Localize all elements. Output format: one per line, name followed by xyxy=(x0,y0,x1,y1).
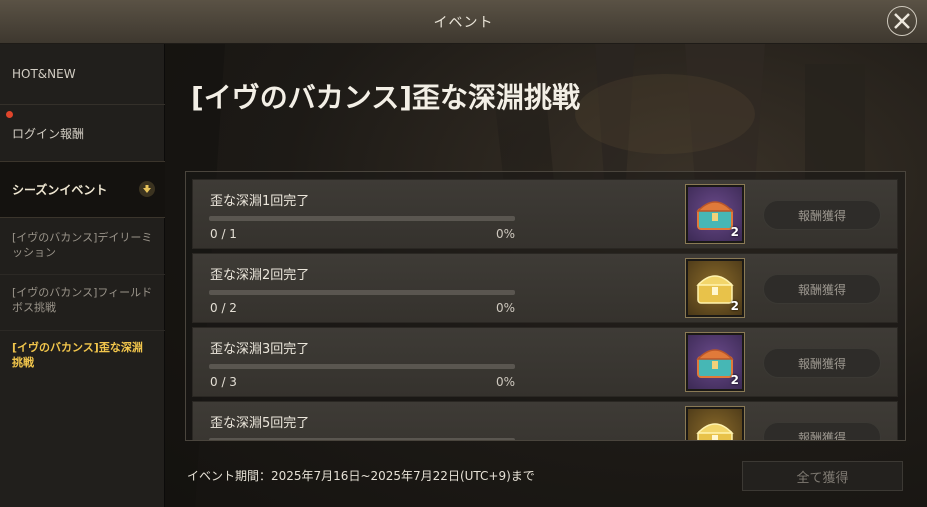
mission-row: 歪な深淵1回完了 0 / 1 0% 2 報酬獲得 xyxy=(192,179,898,249)
close-icon xyxy=(894,13,910,29)
sidebar-item-label: HOT&NEW xyxy=(12,67,76,81)
sidebar-item-hot-new[interactable]: HOT&NEW xyxy=(0,44,165,104)
sidebar-subitem-field-boss[interactable]: [イヴのバカンス]フィールドボス挑戦 xyxy=(0,285,165,329)
claim-reward-button[interactable]: 報酬獲得 xyxy=(763,274,881,304)
sidebar-divider xyxy=(0,330,165,331)
claim-reward-button[interactable]: 報酬獲得 xyxy=(763,422,881,440)
claim-all-button[interactable]: 全て獲得 xyxy=(742,461,903,491)
sidebar: HOT&NEW ログイン報酬 シーズンイベント [イヴのバカンス]デイリーミッシ… xyxy=(0,44,165,507)
reward-quantity: 2 xyxy=(730,373,739,387)
mission-list[interactable]: 歪な深淵1回完了 0 / 1 0% 2 報酬獲得 歪な深淵2回完了 0 / 2 … xyxy=(185,171,906,441)
sidebar-subitem-label: [イヴのバカンス]フィールドボス挑戦 xyxy=(12,286,153,314)
mission-name: 歪な深淵5回完了 xyxy=(210,416,310,431)
reward-quantity: 2 xyxy=(730,225,739,239)
sidebar-subitem-label: [イヴのバカンス]デイリーミッション xyxy=(12,231,153,259)
main-panel: [イヴのバカンス]歪な深淵挑戦 歪な深淵1回完了 0 / 1 0% 2 報酬獲得… xyxy=(165,44,927,507)
progress-percent: 0% xyxy=(495,227,515,241)
mission-row: 歪な深淵2回完了 0 / 2 0% 2 報酬獲得 xyxy=(192,253,898,323)
progress-bar xyxy=(209,438,515,440)
sidebar-item-season-event[interactable]: シーズンイベント xyxy=(0,161,165,218)
claim-reward-button[interactable]: 報酬獲得 xyxy=(763,348,881,378)
event-period: イベント期間：2025年7月16日~2025年7月22日(UTC+9)まで xyxy=(187,469,535,483)
reward-item[interactable]: 2 xyxy=(685,184,745,244)
progress-count: 0 / 2 xyxy=(210,301,237,315)
title-bar: イベント xyxy=(0,0,927,44)
progress-percent: 0% xyxy=(495,301,515,315)
progress-bar xyxy=(209,364,515,369)
progress-count: 0 / 3 xyxy=(210,375,237,389)
window-title: イベント xyxy=(433,14,494,31)
reward-item[interactable]: 2 xyxy=(685,332,745,392)
sidebar-item-label: ログイン報酬 xyxy=(12,126,85,141)
sidebar-divider xyxy=(0,274,165,275)
sidebar-item-login-reward[interactable]: ログイン報酬 xyxy=(0,105,165,161)
reward-item[interactable] xyxy=(685,406,745,440)
sidebar-subitem-daily-mission[interactable]: [イヴのバカンス]デイリーミッション xyxy=(0,230,165,276)
mission-row: 歪な深淵3回完了 0 / 3 0% 2 報酬獲得 xyxy=(192,327,898,397)
progress-bar xyxy=(209,216,515,221)
reward-quantity: 2 xyxy=(730,299,739,313)
progress-bar xyxy=(209,290,515,295)
progress-count: 0 / 1 xyxy=(210,227,237,241)
reward-item[interactable]: 2 xyxy=(685,258,745,318)
mission-row: 歪な深淵5回完了 報酬獲得 xyxy=(192,401,898,440)
notification-dot xyxy=(6,111,13,118)
mission-name: 歪な深淵1回完了 xyxy=(210,194,310,209)
gold-chest-icon xyxy=(696,423,734,440)
sidebar-subitem-label: [イヴのバカンス]歪な深淵挑戦 xyxy=(12,341,143,369)
claim-reward-button[interactable]: 報酬獲得 xyxy=(763,200,881,230)
mission-name: 歪な深淵3回完了 xyxy=(210,342,310,357)
event-title: [イヴのバカンス]歪な深淵挑戦 xyxy=(191,81,581,114)
close-button[interactable] xyxy=(887,6,917,36)
sidebar-subitem-abyss-challenge[interactable]: [イヴのバカンス]歪な深淵挑戦 xyxy=(0,340,165,384)
mission-name: 歪な深淵2回完了 xyxy=(210,268,310,283)
expand-arrow-icon xyxy=(139,181,155,197)
progress-percent: 0% xyxy=(495,375,515,389)
